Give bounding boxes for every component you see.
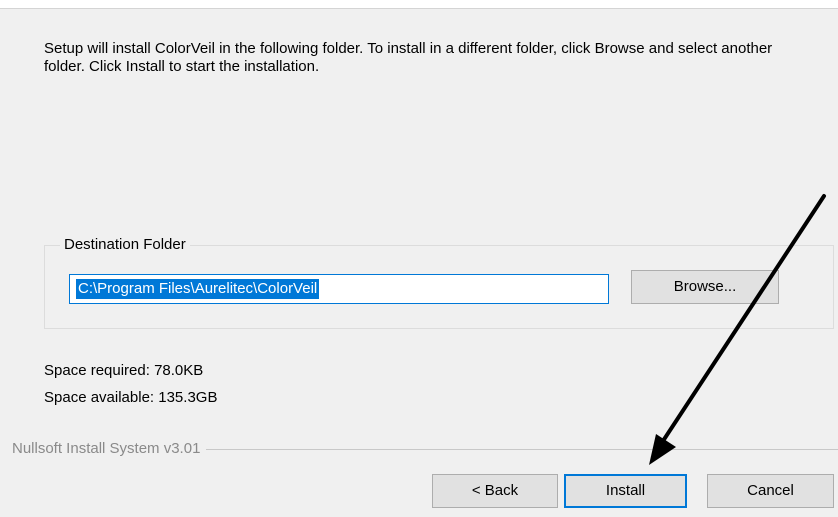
intro-text: Setup will install ColorVeil in the foll… [44, 40, 773, 75]
destination-path-text: C:\Program Files\Aurelitec\ColorVeil [76, 279, 320, 299]
browse-button[interactable]: Browse... [631, 270, 779, 304]
installer-dialog: Setup will install ColorVeil in the foll… [0, 0, 838, 517]
destination-folder-legend: Destination Folder [60, 236, 190, 254]
space-required-text: Space required: 78.0KB [44, 362, 204, 379]
header-separator [0, 0, 838, 9]
branding-text: Nullsoft Install System v3.01 [12, 440, 207, 458]
space-available-text: Space available: 135.3GB [44, 389, 218, 406]
destination-path-input[interactable]: C:\Program Files\Aurelitec\ColorVeil [69, 274, 609, 304]
back-button[interactable]: < Back [432, 474, 558, 508]
install-button[interactable]: Install [564, 474, 687, 508]
cancel-button[interactable]: Cancel [707, 474, 834, 508]
